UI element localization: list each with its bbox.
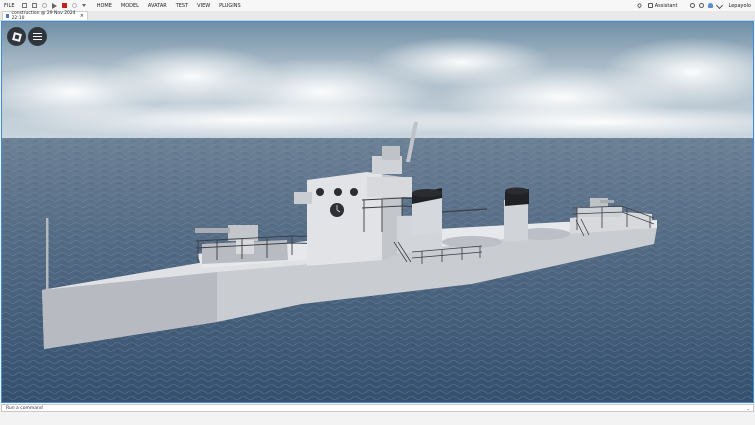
tab-avatar[interactable]: AVATAR [148, 3, 167, 9]
tab-home[interactable]: HOME [97, 3, 112, 9]
place-icon [6, 14, 10, 18]
document-tab-strip: construction @ 29 Nov 2024 22:10 × [0, 11, 755, 21]
roblox-logo-icon [11, 31, 22, 42]
chevron-down-icon[interactable]: ⌄ [747, 406, 750, 411]
save-icon[interactable] [31, 3, 37, 8]
viewport[interactable] [1, 21, 754, 403]
play-icon[interactable] [51, 2, 57, 9]
document-tab-title: construction @ 29 Nov 2024 22:10 [11, 11, 76, 21]
quick-access-toolbar [21, 2, 91, 9]
tab-plugins[interactable]: PLUGINS [219, 3, 240, 9]
dropdown-icon[interactable] [81, 4, 86, 7]
user-name[interactable]: Lepayolo [729, 3, 751, 9]
new-file-icon[interactable] [21, 3, 27, 8]
stop-icon[interactable] [61, 3, 67, 8]
tab-model[interactable]: MODEL [121, 3, 139, 9]
assistant-button[interactable]: Assistant [655, 3, 678, 9]
document-tab[interactable]: construction @ 29 Nov 2024 22:10 × [2, 11, 88, 21]
scene [2, 22, 753, 402]
undo-icon[interactable] [41, 3, 47, 8]
redo-icon[interactable] [71, 3, 77, 8]
ribbon-tabs: HOME MODEL AVATAR TEST VIEW PLUGINS [97, 3, 250, 9]
tab-test[interactable]: TEST [176, 3, 188, 9]
help-icon[interactable] [698, 3, 704, 8]
refresh-icon[interactable] [689, 3, 695, 8]
command-bar[interactable]: Run a command ⌄ [1, 404, 754, 412]
roblox-menu-button[interactable] [7, 27, 26, 46]
heart-icon[interactable] [636, 2, 643, 9]
close-tab-button[interactable]: × [80, 13, 84, 19]
assistant-icon[interactable] [647, 3, 653, 8]
tab-view[interactable]: VIEW [197, 3, 210, 9]
hamburger-icon [33, 33, 42, 40]
hamburger-menu-button[interactable] [28, 27, 47, 46]
cloud-icon[interactable] [707, 3, 713, 8]
share-icon[interactable] [715, 1, 723, 10]
command-input[interactable]: Run a command [6, 406, 43, 411]
file-menu[interactable]: FILE [4, 3, 15, 9]
right-toolbar: Assistant Lepayolo [633, 1, 751, 10]
bottom-strip [0, 412, 755, 425]
